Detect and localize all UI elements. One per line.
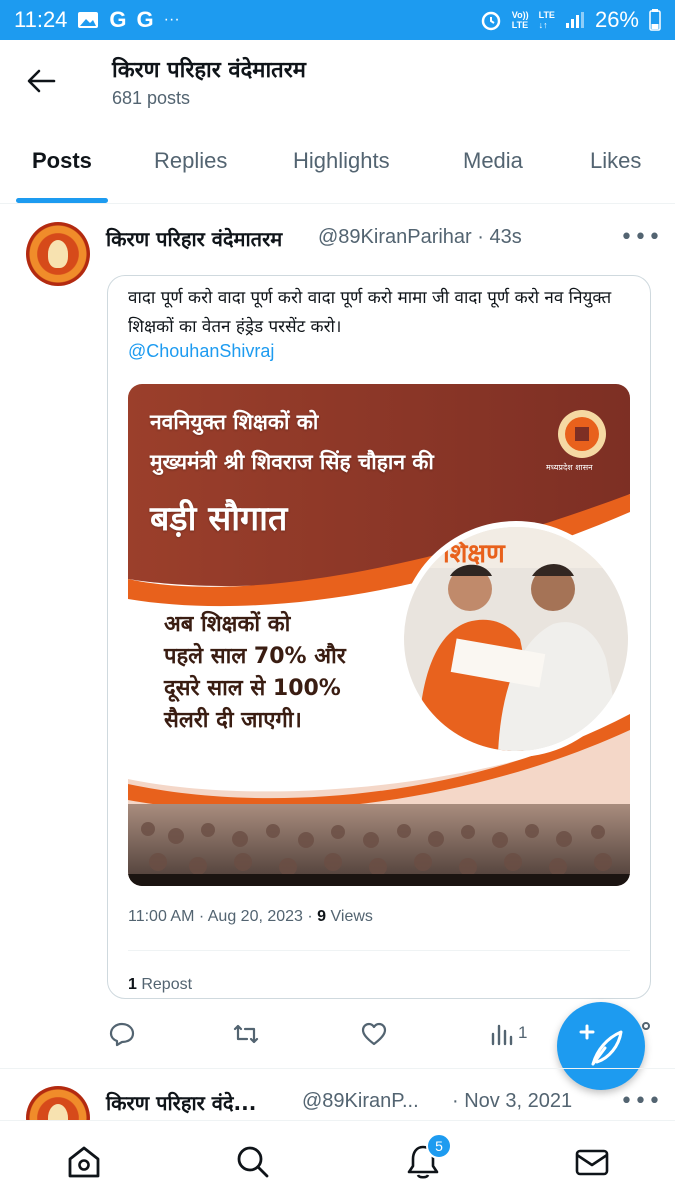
repost-count[interactable]: 1 Repost — [128, 976, 192, 994]
views-count: 1 — [518, 1023, 528, 1042]
more-notifications-icon: ··· — [163, 11, 180, 28]
post-handle[interactable]: @89KiranP... — [302, 1090, 419, 1113]
tab-posts[interactable]: Posts — [32, 148, 92, 174]
compose-feather-icon — [579, 1024, 623, 1066]
like-icon[interactable] — [360, 1020, 388, 1048]
bottom-navigation: 5 — [0, 1120, 675, 1200]
more-options-icon[interactable]: ••• — [620, 1090, 661, 1114]
image-line-2: मुख्यमंत्री श्री शिवराज सिंह चौहान की — [150, 450, 434, 474]
battery-icon — [649, 9, 661, 31]
tab-likes[interactable]: Likes — [590, 148, 641, 174]
emblem-icon — [558, 410, 606, 458]
back-arrow-icon[interactable] — [26, 68, 56, 94]
repost-icon[interactable] — [232, 1020, 260, 1048]
messages-icon[interactable] — [573, 1143, 611, 1181]
post-image[interactable]: शिक्षण नवनियुक्त शिक्षकों को मुख्यमंत्री… — [128, 384, 630, 886]
volte-indicator: Vo)) LTE — [511, 10, 529, 30]
image-line-1: नवनियुक्त शिक्षकों को — [150, 410, 319, 434]
status-bar: 11:24 G G ··· Vo)) LTE LTE ↓↑ 26% — [0, 0, 675, 40]
profile-name: किरण परिहार वंदेमातरम — [112, 58, 306, 83]
google-g-icon: G — [136, 7, 154, 32]
gallery-icon — [78, 12, 99, 28]
post-text: वादा पूर्ण करो वादा पूर्ण करो वादा पूर्ण… — [128, 288, 612, 337]
signal-icon — [565, 12, 584, 28]
image-body-text: अब शिक्षकों को पहले साल 70% और दूसरे साल… — [164, 612, 346, 733]
views-icon[interactable] — [488, 1020, 516, 1048]
battery-percent: 26% — [594, 7, 639, 32]
divider — [128, 950, 630, 951]
image-headline: बड़ी सौगात — [150, 499, 288, 539]
post-author-name[interactable]: किरण परिहार वंदेमातरम — [106, 225, 282, 252]
post-author-name[interactable]: किरण परिहार वंदे... — [106, 1089, 256, 1116]
compose-post-button[interactable] — [557, 1002, 645, 1090]
post-date[interactable]: · Nov 3, 2021 — [452, 1090, 572, 1113]
avatar[interactable] — [26, 222, 90, 286]
active-tab-indicator — [16, 198, 108, 203]
tab-highlights[interactable]: Highlights — [293, 148, 390, 174]
tab-replies[interactable]: Replies — [154, 148, 227, 174]
profile-header: किरण परिहार वंदेमातरम 681 posts — [0, 40, 675, 120]
tab-media[interactable]: Media — [463, 148, 523, 174]
alarm-icon — [481, 11, 501, 31]
post-handle-time[interactable]: @89KiranParihar · 43s — [318, 226, 522, 249]
notifications-badge: 5 — [426, 1133, 452, 1159]
search-icon[interactable] — [234, 1143, 272, 1181]
emblem-caption: मध्यप्रदेश शासन — [546, 463, 593, 472]
post-timestamp: 11:00 AM · Aug 20, 2023 · 9 Views — [128, 908, 373, 925]
more-options-icon[interactable]: ••• — [620, 226, 661, 250]
profile-tabs: Posts Replies Highlights Media Likes — [0, 122, 675, 204]
quoted-post-card[interactable]: वादा पूर्ण करो वादा पूर्ण करो वादा पूर्ण… — [107, 275, 651, 999]
reply-icon[interactable] — [108, 1020, 136, 1048]
mention-link[interactable]: @ChouhanShivraj — [128, 341, 274, 362]
lte-indicator: LTE ↓↑ — [538, 10, 555, 30]
google-g-icon: G — [109, 7, 127, 32]
post-separator — [0, 1068, 675, 1069]
status-time: 11:24 — [14, 7, 68, 32]
post-count: 681 posts — [112, 88, 191, 108]
home-icon[interactable] — [65, 1143, 103, 1181]
